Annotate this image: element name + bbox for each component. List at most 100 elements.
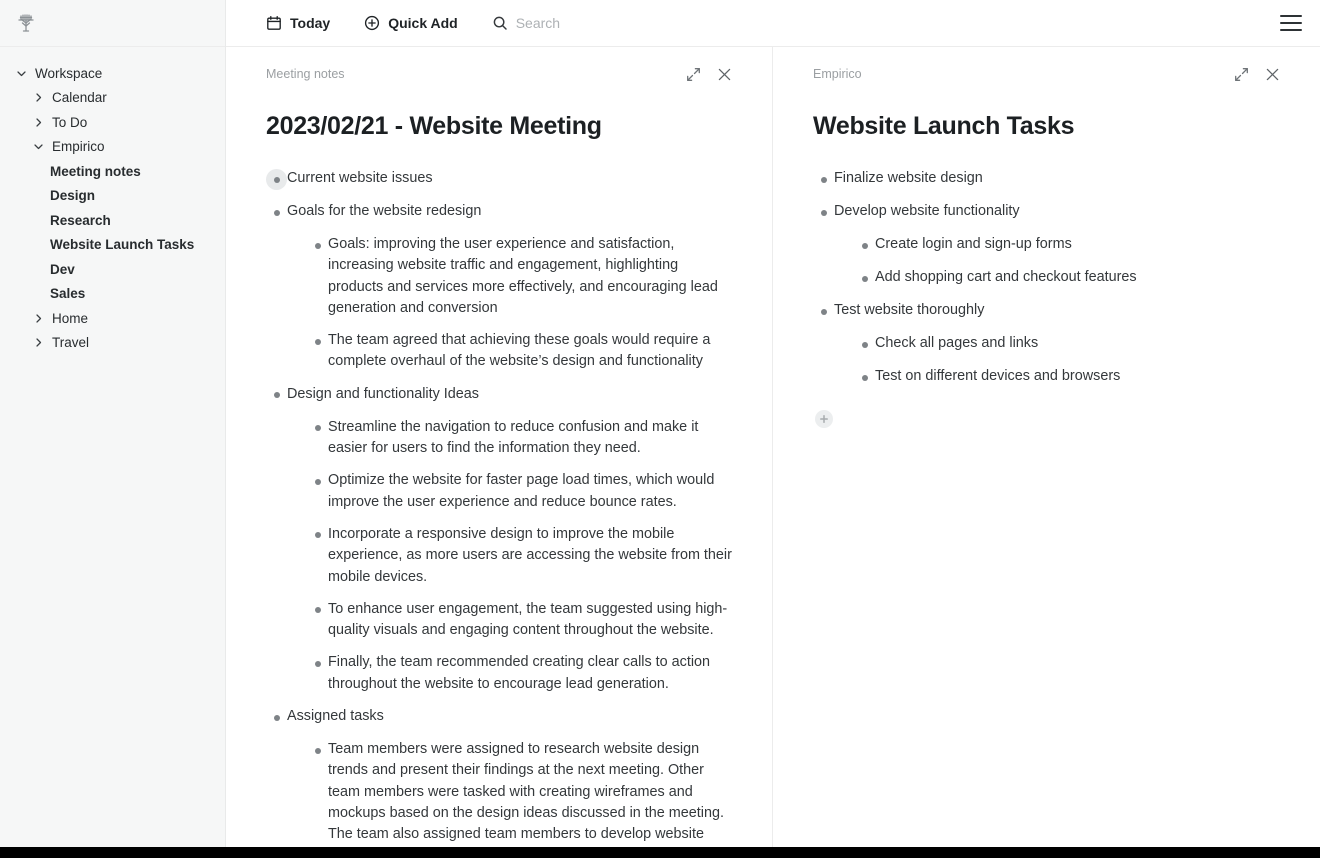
- outline-row: Test on different devices and browsers: [854, 361, 1280, 394]
- pane-actions: [686, 67, 732, 82]
- outline-item: Incorporate a responsive design to impro…: [266, 519, 732, 594]
- pane-website-launch-tasks: Empirico Website Launch Tasks Finalize w…: [773, 47, 1320, 858]
- chevron-right-icon[interactable]: [31, 91, 45, 105]
- sidebar-item-meeting-notes[interactable]: Meeting notes: [0, 159, 225, 184]
- outline-item-text[interactable]: Incorporate a responsive design to impro…: [328, 524, 732, 588]
- outline-item-text[interactable]: Optimize the website for faster page loa…: [328, 470, 732, 513]
- sidebar-item-sales[interactable]: Sales: [0, 282, 225, 307]
- outline-meeting-notes: Current website issues Goals for the webs…: [266, 163, 732, 858]
- close-x-icon[interactable]: [717, 67, 732, 82]
- bullet-icon[interactable]: [854, 334, 875, 355]
- sidebar-item-label: Website Launch Tasks: [50, 237, 195, 253]
- add-item-button[interactable]: [815, 410, 833, 428]
- chevron-down-icon[interactable]: [14, 66, 28, 80]
- outline-item-text[interactable]: Assigned tasks: [287, 706, 732, 727]
- page-title[interactable]: Website Launch Tasks: [813, 112, 1280, 141]
- hamburger-menu-icon[interactable]: [1280, 15, 1302, 31]
- outline-item-text[interactable]: Develop website functionality: [834, 201, 1280, 222]
- sidebar-item-label: To Do: [52, 114, 88, 130]
- outline-row: The team agreed that achieving these goa…: [307, 325, 732, 379]
- sidebar-item-label: Travel: [52, 335, 90, 351]
- bullet-icon[interactable]: [307, 418, 328, 439]
- bullet-icon[interactable]: [307, 740, 328, 761]
- tree-logo-icon[interactable]: [12, 9, 40, 37]
- outline-item-text[interactable]: To enhance user engagement, the team sug…: [328, 599, 732, 642]
- outline-item-text[interactable]: Team members were assigned to research w…: [328, 739, 732, 858]
- close-x-icon[interactable]: [1265, 67, 1280, 82]
- bullet-icon[interactable]: [854, 367, 875, 388]
- outline-item-text[interactable]: Streamline the navigation to reduce conf…: [328, 417, 732, 460]
- page-title[interactable]: 2023/02/21 - Website Meeting: [266, 112, 732, 141]
- outline-row: To enhance user engagement, the team sug…: [307, 594, 732, 648]
- bullet-icon[interactable]: [266, 202, 287, 223]
- sidebar-item-design[interactable]: Design: [0, 184, 225, 209]
- pane-meeting-notes: Meeting notes 2023/02/21 - Website Meeti…: [226, 47, 773, 858]
- outline-item-text[interactable]: Goals for the website redesign: [287, 201, 732, 222]
- chevron-down-icon[interactable]: [31, 140, 45, 154]
- outline-item-text[interactable]: Finally, the team recommended creating c…: [328, 652, 732, 695]
- sidebar-tree: Workspace Calendar To Do Empirico Meeting no…: [0, 47, 225, 355]
- outline-item: Streamline the navigation to reduce conf…: [266, 412, 732, 466]
- expand-diagonal-icon[interactable]: [1234, 67, 1249, 82]
- quick-add-label: Quick Add: [388, 15, 458, 31]
- outline-item: Optimize the website for faster page loa…: [266, 465, 732, 519]
- outline-item: Develop website functionality: [813, 196, 1280, 229]
- outline-row: Finalize website design: [813, 163, 1280, 196]
- outline-item-text[interactable]: Test on different devices and browsers: [875, 366, 1280, 387]
- outline-item: Test website thoroughly: [813, 295, 1280, 328]
- bullet-icon[interactable]: [307, 331, 328, 352]
- bullet-icon[interactable]: [307, 600, 328, 621]
- bullet-icon[interactable]: [307, 653, 328, 674]
- sidebar-item-website-launch-tasks[interactable]: Website Launch Tasks: [0, 233, 225, 258]
- bullet-icon[interactable]: [266, 707, 287, 728]
- bullet-icon[interactable]: [307, 471, 328, 492]
- sidebar-item-to-do[interactable]: To Do: [0, 110, 225, 135]
- outline-row: Test website thoroughly: [813, 295, 1280, 328]
- chevron-right-icon[interactable]: [31, 115, 45, 129]
- sidebar-item-dev[interactable]: Dev: [0, 257, 225, 282]
- quick-add-button[interactable]: Quick Add: [364, 15, 458, 31]
- outline-row: Add shopping cart and checkout features: [854, 262, 1280, 295]
- outline-item-text[interactable]: Add shopping cart and checkout features: [875, 267, 1280, 288]
- expand-diagonal-icon[interactable]: [686, 67, 701, 82]
- bullet-icon[interactable]: [307, 525, 328, 546]
- outline-row: Current website issues: [266, 163, 732, 196]
- outline-item: Goals: improving the user experience and…: [266, 229, 732, 325]
- outline-item: The team agreed that achieving these goa…: [266, 325, 732, 379]
- bullet-icon[interactable]: [266, 385, 287, 406]
- outline-item-text[interactable]: Goals: improving the user experience and…: [328, 234, 732, 319]
- chevron-right-icon[interactable]: [31, 336, 45, 350]
- sidebar-item-research[interactable]: Research: [0, 208, 225, 233]
- chevron-right-icon[interactable]: [31, 311, 45, 325]
- search-input[interactable]: Search: [492, 15, 560, 31]
- outline-item-text[interactable]: Finalize website design: [834, 168, 1280, 189]
- breadcrumb[interactable]: Empirico: [813, 67, 1234, 81]
- outline-item: Finally, the team recommended creating c…: [266, 647, 732, 701]
- bullet-icon[interactable]: [813, 202, 834, 223]
- sidebar-item-workspace[interactable]: Workspace: [0, 61, 225, 86]
- bullet-icon[interactable]: [813, 301, 834, 322]
- pane-header: Empirico: [813, 47, 1280, 87]
- outline-item-text[interactable]: Check all pages and links: [875, 333, 1280, 354]
- outline-item-text[interactable]: Test website thoroughly: [834, 300, 1280, 321]
- search-icon: [492, 15, 508, 31]
- outline-row: Optimize the website for faster page loa…: [307, 465, 732, 519]
- sidebar-item-calendar[interactable]: Calendar: [0, 86, 225, 111]
- bullet-icon[interactable]: [854, 268, 875, 289]
- outline-item: Design and functionality Ideas: [266, 379, 732, 412]
- today-button[interactable]: Today: [266, 15, 330, 31]
- outline-item-text[interactable]: Design and functionality Ideas: [287, 384, 732, 405]
- outline-item: Add shopping cart and checkout features: [813, 262, 1280, 295]
- breadcrumb[interactable]: Meeting notes: [266, 67, 686, 81]
- sidebar-item-travel[interactable]: Travel: [0, 331, 225, 356]
- outline-item-text[interactable]: Current website issues: [287, 168, 732, 189]
- outline-item-text[interactable]: Create login and sign-up forms: [875, 234, 1280, 255]
- bullet-icon[interactable]: [813, 169, 834, 190]
- bullet-icon[interactable]: [854, 235, 875, 256]
- outline-row: Team members were assigned to research w…: [307, 734, 732, 858]
- sidebar-item-home[interactable]: Home: [0, 306, 225, 331]
- sidebar-item-empirico[interactable]: Empirico: [0, 135, 225, 160]
- outline-item-text[interactable]: The team agreed that achieving these goa…: [328, 330, 732, 373]
- bullet-icon[interactable]: [266, 169, 287, 190]
- bullet-icon[interactable]: [307, 235, 328, 256]
